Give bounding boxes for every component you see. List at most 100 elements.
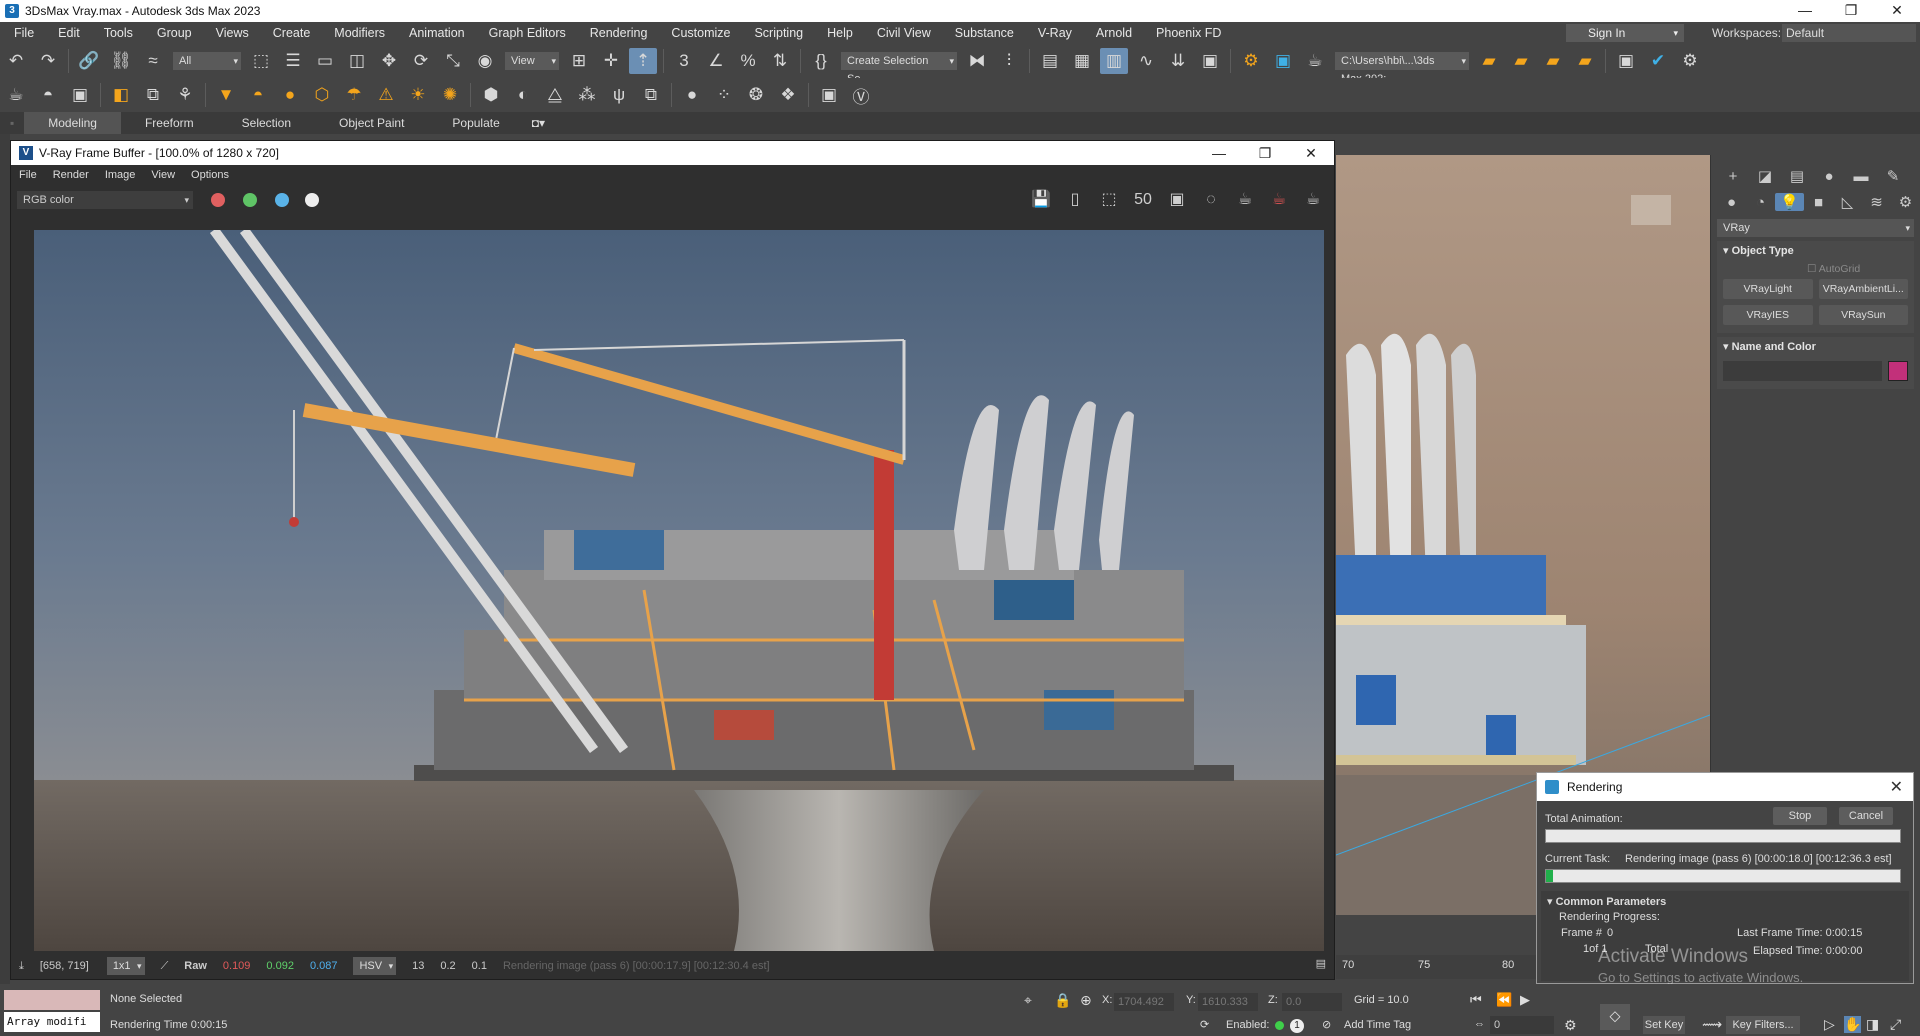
adaptive-degradation-icon[interactable]: ⟳ — [1200, 1018, 1209, 1031]
cameras-icon[interactable]: ■ — [1804, 194, 1833, 211]
align-icon[interactable]: ⫶ — [995, 48, 1023, 74]
key-mode-icon[interactable]: ⇔ — [1474, 1018, 1485, 1030]
vfb-menu-render[interactable]: Render — [45, 169, 97, 181]
vfb-menu-file[interactable]: File — [11, 169, 45, 181]
key-mode-toggle-icon[interactable]: ⟿ — [1702, 1016, 1722, 1033]
isolate-icon[interactable]: ⌖ — [1024, 992, 1032, 1009]
helpers-icon[interactable]: ◺ — [1833, 193, 1862, 211]
vray-vision-icon[interactable]: ▣ — [815, 82, 843, 108]
vray-mesh-light-icon[interactable]: ⬡ — [308, 82, 336, 108]
curve-editor-icon[interactable]: ∿ — [1132, 48, 1160, 74]
pixel-info-icon[interactable]: ⤓ — [19, 960, 24, 973]
window-crossing-icon[interactable]: ◫ — [343, 48, 371, 74]
region-render-icon[interactable]: ⬚ — [1096, 189, 1122, 211]
vfb-close-button[interactable]: ✕ — [1288, 141, 1334, 165]
menu-help[interactable]: Help — [815, 22, 865, 44]
vfb-minimize-button[interactable]: — — [1196, 141, 1242, 165]
render-setup-icon[interactable]: ⚙ — [1237, 48, 1265, 74]
vray-scatter-icon[interactable]: ⁂ — [573, 82, 601, 108]
named-selection-select[interactable]: Create Selection Se — [841, 52, 957, 85]
select-by-name-icon[interactable]: ☰ — [279, 48, 307, 74]
info-icon[interactable]: 1 — [1290, 1019, 1304, 1033]
create-project-icon[interactable]: ▰ — [1539, 48, 1567, 74]
mirror-icon[interactable]: ⧓ — [963, 48, 991, 74]
zoom-select[interactable]: 1x1 — [106, 957, 145, 975]
ribbon-options-icon[interactable]: ◘▾ — [524, 112, 553, 134]
select-manipulate-icon[interactable]: ✛ — [597, 48, 625, 74]
project-settings-icon[interactable]: ▰ — [1571, 48, 1599, 74]
lock-selection-icon[interactable]: 🔒 — [1054, 992, 1071, 1009]
menu-create[interactable]: Create — [261, 22, 323, 44]
rotate-icon[interactable]: ⟳ — [407, 48, 435, 74]
edit-named-selection-icon[interactable]: {} — [807, 48, 835, 74]
shapes-icon[interactable]: ◔ — [1746, 194, 1775, 211]
material-balls-icon[interactable]: ❂ — [742, 82, 770, 108]
time-tag-icon[interactable]: ⊘ — [1322, 1018, 1331, 1031]
check-icon[interactable]: ✔ — [1644, 48, 1672, 74]
keyboard-shortcut-override-icon[interactable]: ⇡ — [629, 48, 657, 74]
vraylight-button[interactable]: VRayLight — [1723, 279, 1813, 299]
menu-substance[interactable]: Substance — [943, 22, 1026, 44]
project-folder-icon[interactable]: ▰ — [1475, 48, 1503, 74]
unlink-icon[interactable]: ⛓ — [107, 48, 135, 74]
minimize-button[interactable]: — — [1782, 0, 1828, 22]
geometry-icon[interactable]: ● — [1717, 194, 1746, 211]
alpha-channel-toggle[interactable] — [305, 193, 319, 207]
name-color-header[interactable]: ▾ Name and Color — [1717, 337, 1914, 357]
menu-edit[interactable]: Edit — [46, 22, 92, 44]
render-last-icon[interactable]: ☕ — [1232, 189, 1258, 211]
channel-select[interactable]: RGB color — [17, 191, 193, 209]
ref-coord-select[interactable]: View — [505, 52, 559, 70]
maxscript-listener-output[interactable]: Array modifi — [4, 1012, 100, 1032]
material-library-icon[interactable]: ❖ — [774, 82, 802, 108]
undo-icon[interactable]: ↶ — [2, 48, 30, 74]
vray-spot-light-icon[interactable]: ☂ — [340, 82, 368, 108]
vray-box-icon[interactable]: ⬢ — [477, 82, 505, 108]
vrayies-button[interactable]: VRayIES — [1723, 305, 1813, 325]
vfb-menu-view[interactable]: View — [143, 169, 183, 181]
menu-arnold[interactable]: Arnold — [1084, 22, 1144, 44]
space-warps-icon[interactable]: ≋ — [1862, 193, 1891, 211]
move-icon[interactable]: ✥ — [375, 48, 403, 74]
redo-icon[interactable]: ↷ — [34, 48, 62, 74]
z-coord-field[interactable]: 0.0 — [1282, 993, 1342, 1011]
previous-frame-icon[interactable]: ⏪ — [1496, 992, 1512, 1008]
maximize-button[interactable]: ❐ — [1828, 0, 1874, 22]
gear-icon[interactable]: ⚙ — [1676, 48, 1704, 74]
cancel-button[interactable]: Cancel — [1839, 807, 1893, 825]
current-frame-field[interactable]: 0 — [1490, 1016, 1554, 1034]
menu-modifiers[interactable]: Modifiers — [322, 22, 397, 44]
close-button[interactable]: ✕ — [1874, 0, 1920, 22]
export-icon[interactable]: ⧉ — [139, 82, 167, 108]
object-type-header[interactable]: ▾ Object Type — [1717, 241, 1914, 261]
vray-decal-icon[interactable]: ⧉ — [637, 82, 665, 108]
vrayambientlight-button[interactable]: VRayAmbientLi... — [1818, 279, 1908, 299]
vray-plane-icon[interactable]: ⧋ — [541, 82, 569, 108]
stop-render-icon[interactable]: ◌ — [1198, 189, 1224, 211]
x-coord-field[interactable]: 1704.492 — [1114, 993, 1174, 1011]
menu-group[interactable]: Group — [145, 22, 204, 44]
color-mode-select[interactable]: HSV — [353, 957, 397, 975]
modify-tab-icon[interactable]: ◪ — [1749, 167, 1781, 185]
utilities-tab-icon[interactable]: ✎ — [1877, 167, 1909, 185]
common-parameters-header[interactable]: ▾ Common Parameters — [1547, 895, 1666, 908]
maxscript-listener-input[interactable] — [4, 990, 100, 1010]
rect-selection-icon[interactable]: ▭ — [311, 48, 339, 74]
blue-channel-toggle[interactable] — [275, 193, 289, 207]
place-icon[interactable]: ◉ — [471, 48, 499, 74]
y-coord-field[interactable]: 1610.333 — [1198, 993, 1258, 1011]
menu-rendering[interactable]: Rendering — [578, 22, 660, 44]
project-path-select[interactable]: C:\Users\hbi\...\3ds Max 202: — [1335, 52, 1469, 85]
pivot-center-icon[interactable]: ⊞ — [565, 48, 593, 74]
interactive-render-icon[interactable]: ☕ — [1300, 189, 1326, 211]
vray-proxy-icon[interactable]: ◧ — [107, 82, 135, 108]
tab-object-paint[interactable]: Object Paint — [315, 112, 428, 134]
orbit-icon[interactable]: ▷ — [1824, 1016, 1835, 1033]
workspaces-select[interactable]: Default — [1782, 24, 1916, 42]
percent-snap-icon[interactable]: % — [734, 48, 762, 74]
red-channel-toggle[interactable] — [211, 193, 225, 207]
rendered-image[interactable] — [34, 230, 1324, 951]
hierarchy-tab-icon[interactable]: ▤ — [1781, 167, 1813, 185]
object-name-field[interactable] — [1723, 361, 1882, 381]
vray-light-plane-icon[interactable]: ▼ — [212, 82, 240, 108]
